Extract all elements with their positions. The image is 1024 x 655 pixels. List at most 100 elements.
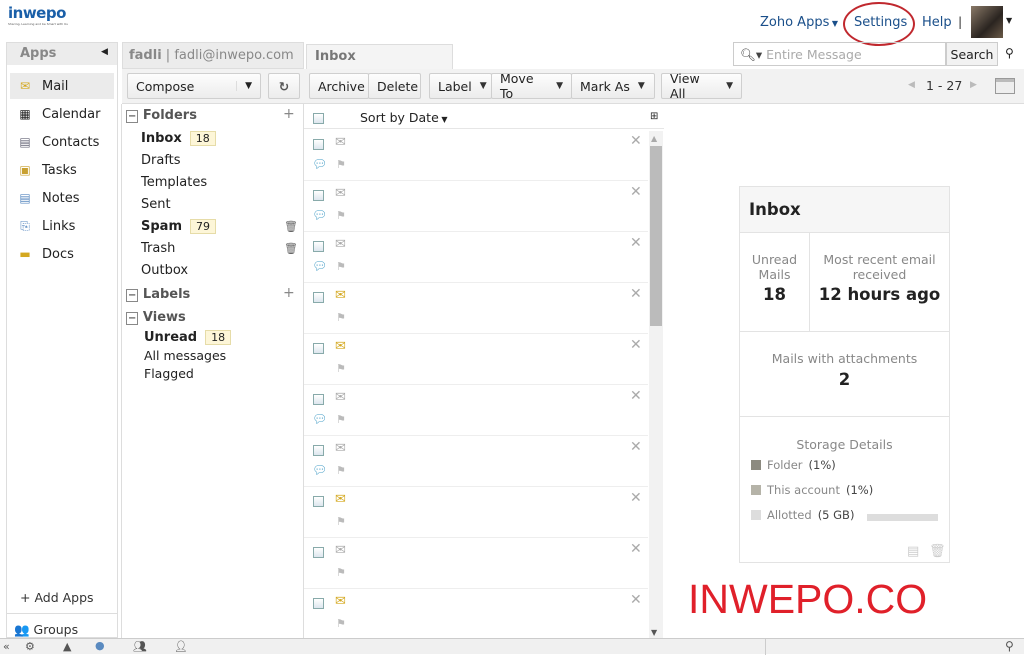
archive-button[interactable]: Archive	[309, 73, 369, 99]
column-settings-icon[interactable]: ⊞	[650, 111, 658, 122]
user-icon[interactable]: 👤︎	[174, 640, 188, 653]
collapse-apps-icon[interactable]: ◀	[101, 47, 108, 57]
view-all-menu[interactable]: View All ▼	[661, 71, 742, 101]
contacts-group-icon[interactable]: 👥︎	[133, 640, 147, 653]
scroll-up-icon[interactable]: ▲	[651, 134, 657, 143]
empty-spam-trash-icon[interactable]: 🗑︎	[284, 220, 298, 233]
conversation-icon[interactable]: 💬︎	[312, 157, 327, 171]
bottom-search-icon[interactable]: ⚲	[1005, 639, 1014, 653]
avatar[interactable]	[971, 6, 1003, 38]
read-envelope-icon[interactable]: ✉	[335, 390, 346, 405]
flag-icon[interactable]: ⚑	[336, 617, 346, 630]
folder-sent[interactable]: Sent	[141, 197, 171, 212]
unread-envelope-icon[interactable]: ✉	[335, 492, 346, 507]
prev-page-icon[interactable]: ◀	[908, 80, 915, 90]
message-row[interactable]: ✉ ⚑ ✕	[304, 538, 648, 589]
add-folder-icon[interactable]: +	[283, 106, 295, 122]
settings-link[interactable]: Settings	[854, 15, 907, 30]
message-row[interactable]: ✉ ⚑ ✕	[304, 283, 648, 334]
folder-templates[interactable]: Templates	[141, 175, 207, 190]
search-button[interactable]: Search	[946, 42, 998, 66]
groups-item[interactable]: 👥 Groups	[14, 622, 78, 638]
sidebar-item-notes[interactable]: ▤ Notes	[10, 185, 114, 211]
delete-row-icon[interactable]: ✕	[630, 286, 642, 302]
folder-trash[interactable]: Trash	[141, 241, 175, 256]
read-envelope-icon[interactable]: ✉	[335, 237, 346, 252]
sidebar-item-mail[interactable]: ✉ Mail	[10, 73, 114, 99]
views-section[interactable]: − Views	[126, 310, 186, 325]
message-row[interactable]: ✉ 💬︎ ⚑ ✕	[304, 436, 648, 487]
archive-icon[interactable]: ▤	[907, 544, 919, 559]
conversation-icon[interactable]: 💬︎	[312, 208, 327, 222]
row-checkbox[interactable]	[313, 394, 324, 405]
logo[interactable]: inwepo Sharing, Learning and be Smart wi…	[8, 4, 68, 26]
settings-gear-icon[interactable]: ⚙	[25, 640, 35, 653]
labels-section[interactable]: − Labels	[126, 287, 190, 302]
row-checkbox[interactable]	[313, 496, 324, 507]
flag-icon[interactable]: ⚑	[336, 464, 346, 477]
row-checkbox[interactable]	[313, 292, 324, 303]
conversation-icon[interactable]: 💬︎	[312, 412, 327, 426]
help-link[interactable]: Help	[922, 15, 952, 30]
view-all-messages[interactable]: All messages	[144, 348, 226, 363]
row-checkbox[interactable]	[313, 547, 324, 558]
delete-row-icon[interactable]: ✕	[630, 490, 642, 506]
add-apps-button[interactable]: + Add Apps	[20, 590, 94, 605]
tab-inbox[interactable]: Inbox	[306, 44, 453, 69]
sidebar-item-contacts[interactable]: ▤ Contacts	[10, 129, 114, 155]
next-page-icon[interactable]: ▶	[970, 80, 977, 90]
unread-envelope-icon[interactable]: ✉	[335, 594, 346, 609]
row-checkbox[interactable]	[313, 445, 324, 456]
flag-icon[interactable]: ⚑	[336, 413, 346, 426]
select-all-checkbox[interactable]	[313, 113, 324, 124]
advanced-search-icon[interactable]: ⚲	[1005, 46, 1014, 60]
trash-icon[interactable]: 🗑︎	[929, 544, 946, 559]
collapse-bar-icon[interactable]: «	[3, 640, 10, 653]
flag-icon[interactable]: ⚑	[336, 209, 346, 222]
add-label-icon[interactable]: +	[283, 285, 295, 301]
scrollbar-thumb[interactable]	[650, 146, 662, 326]
empty-trash-icon[interactable]: 🗑︎	[284, 242, 298, 255]
chevron-down-icon[interactable]: ▼	[236, 81, 252, 91]
row-checkbox[interactable]	[313, 598, 324, 609]
read-envelope-icon[interactable]: ✉	[335, 135, 346, 150]
row-checkbox[interactable]	[313, 241, 324, 252]
sidebar-item-links[interactable]: ⎘ Links	[10, 213, 114, 239]
sidebar-item-calendar[interactable]: ▦ Calendar	[10, 101, 114, 127]
row-checkbox[interactable]	[313, 139, 324, 150]
label-menu[interactable]: Label ▼	[429, 73, 492, 99]
sidebar-item-docs[interactable]: ▬ Docs	[10, 241, 114, 267]
delete-row-icon[interactable]: ✕	[630, 439, 642, 455]
refresh-button[interactable]: ↻	[268, 73, 300, 99]
sidebar-item-tasks[interactable]: ▣ Tasks	[10, 157, 114, 183]
chat-icon[interactable]: ●	[95, 639, 105, 652]
delete-row-icon[interactable]: ✕	[630, 592, 642, 608]
folder-outbox[interactable]: Outbox	[141, 263, 188, 278]
flag-icon[interactable]: ⚑	[336, 158, 346, 171]
unread-envelope-icon[interactable]: ✉	[335, 288, 346, 303]
row-checkbox[interactable]	[313, 190, 324, 201]
move-to-menu[interactable]: Move To ▼	[491, 71, 572, 101]
zoho-apps-menu[interactable]: Zoho Apps ▼	[760, 15, 838, 30]
delete-row-icon[interactable]: ✕	[630, 133, 642, 149]
view-unread[interactable]: Unread 18	[144, 330, 232, 345]
delete-row-icon[interactable]: ✕	[630, 541, 642, 557]
notifications-bell-icon[interactable]: ▲	[63, 640, 71, 653]
flag-icon[interactable]: ⚑	[336, 566, 346, 579]
message-row[interactable]: ✉ 💬︎ ⚑ ✕	[304, 232, 648, 283]
row-checkbox[interactable]	[313, 343, 324, 354]
unread-envelope-icon[interactable]: ✉	[335, 339, 346, 354]
avatar-chevron-down-icon[interactable]: ▼	[1006, 16, 1012, 25]
message-row[interactable]: ✉ ⚑ ✕	[304, 487, 648, 538]
conversation-icon[interactable]: 💬︎	[312, 463, 327, 477]
folder-drafts[interactable]: Drafts	[141, 153, 181, 168]
delete-row-icon[interactable]: ✕	[630, 337, 642, 353]
layout-toggle-icon[interactable]	[995, 78, 1015, 94]
delete-button[interactable]: Delete	[368, 73, 421, 99]
folder-spam[interactable]: Spam 79	[141, 219, 216, 234]
sort-menu[interactable]: Sort by Date ▼	[360, 110, 447, 125]
delete-row-icon[interactable]: ✕	[630, 388, 642, 404]
read-envelope-icon[interactable]: ✉	[335, 543, 346, 558]
read-envelope-icon[interactable]: ✉	[335, 441, 346, 456]
flag-icon[interactable]: ⚑	[336, 260, 346, 273]
